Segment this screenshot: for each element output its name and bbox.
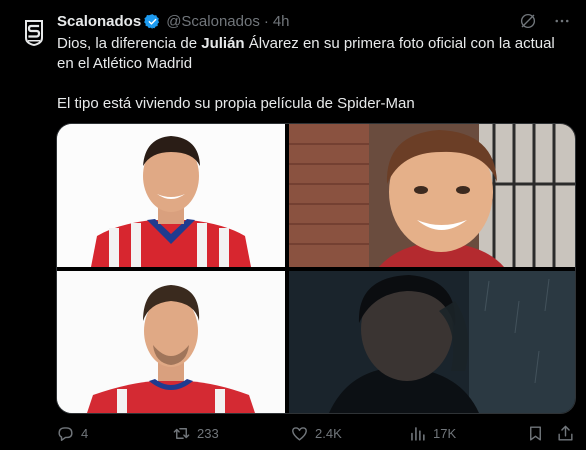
- repost-button[interactable]: 233: [172, 424, 219, 443]
- reply-icon: [58, 427, 73, 441]
- more-options-button[interactable]: [552, 11, 572, 31]
- reply-count: 4: [81, 426, 89, 441]
- verified-badge-icon: [144, 13, 160, 29]
- tweet-timestamp[interactable]: 4h: [273, 13, 290, 30]
- repost-icon: [173, 428, 190, 439]
- photo-icon: [57, 124, 285, 267]
- views-count: 17K: [433, 426, 457, 441]
- author-handle[interactable]: @Scalonados: [166, 13, 260, 30]
- author-avatar[interactable]: [14, 11, 54, 51]
- tweet-text: Dios, la diferencia de Julián Álvarez en…: [57, 34, 572, 114]
- photo-icon: [289, 271, 575, 413]
- more-dots-icon: [555, 19, 569, 23]
- tweet-actions: 4 233 2.4K 17K: [56, 424, 576, 444]
- repost-count: 233: [197, 426, 219, 441]
- grok-slash-circle-icon: [520, 13, 536, 29]
- media-photo-4[interactable]: [289, 271, 575, 413]
- tweet-text-line2: El tipo está viviendo su propia película…: [57, 95, 415, 112]
- bookmark-button[interactable]: [526, 424, 545, 443]
- media-grid: [56, 123, 576, 414]
- views-button[interactable]: 17K: [408, 424, 456, 443]
- media-photo-2[interactable]: [289, 124, 575, 267]
- media-photo-3[interactable]: [57, 271, 285, 413]
- tweet-text-line1: Dios, la diferencia de Julián Álvarez en…: [57, 35, 555, 72]
- bookmark-icon: [530, 426, 541, 441]
- share-icon: [558, 425, 573, 441]
- views-chart-icon: [411, 427, 425, 441]
- photo-icon: [57, 271, 285, 413]
- like-button[interactable]: 2.4K: [290, 424, 342, 443]
- share-button[interactable]: [556, 424, 575, 443]
- scalonados-logo-icon: [14, 11, 54, 51]
- reply-button[interactable]: 4: [56, 424, 88, 443]
- like-count: 2.4K: [315, 426, 342, 441]
- tweet-header: Scalonados @Scalonados · 4h: [57, 11, 290, 31]
- grok-icon[interactable]: [518, 11, 538, 31]
- author-name[interactable]: Scalonados: [57, 13, 141, 30]
- media-photo-1[interactable]: [57, 124, 285, 267]
- separator-dot: ·: [263, 12, 269, 30]
- heart-icon: [292, 427, 307, 441]
- header-actions: [518, 11, 572, 31]
- photo-icon: [289, 124, 575, 267]
